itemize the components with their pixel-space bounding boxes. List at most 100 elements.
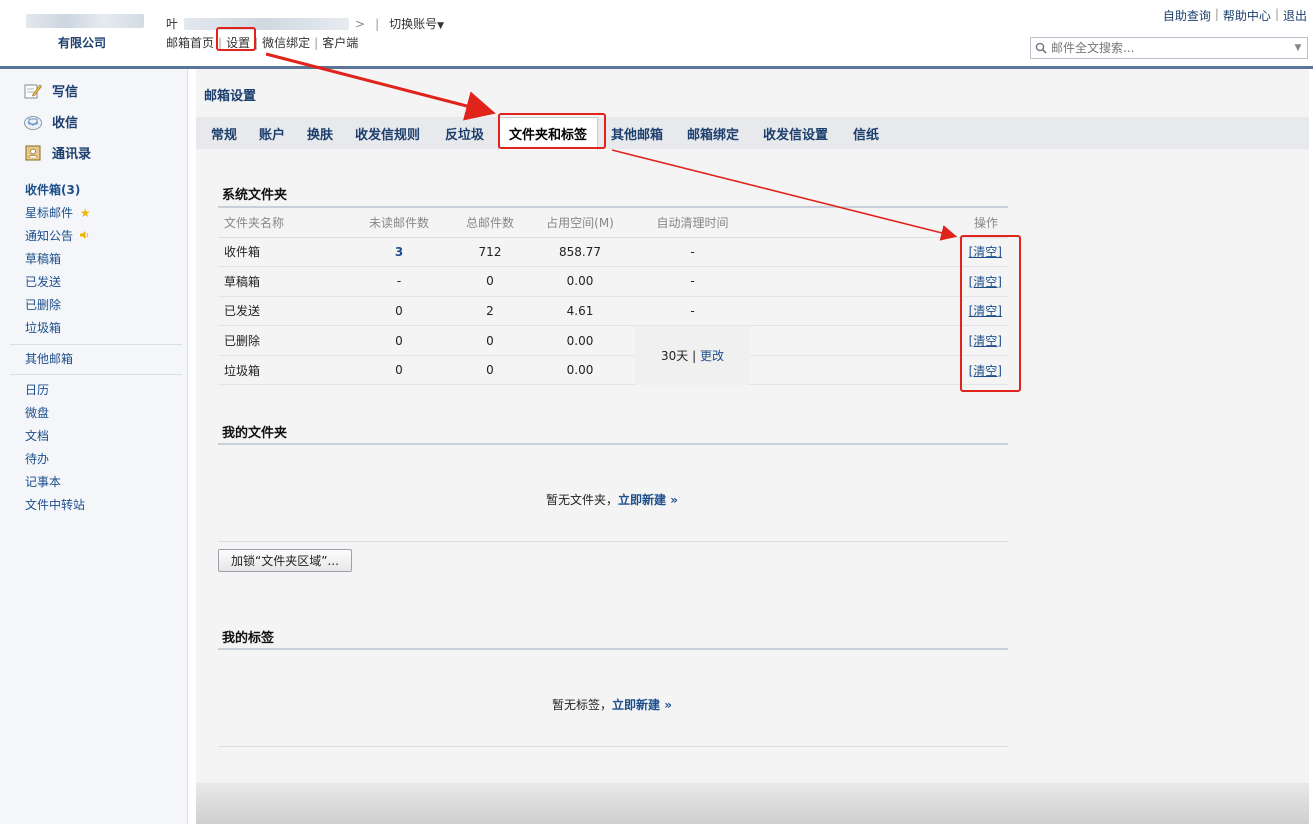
nav-mail-home[interactable]: 邮箱首页 <box>166 34 214 51</box>
sidebar-item-notes[interactable]: 记事本 <box>25 473 61 490</box>
inbox-envelope-icon <box>24 114 42 130</box>
folder-name: 已删除 <box>218 325 343 356</box>
tab-folders-and-tags[interactable]: 文件夹和标签 <box>498 117 599 150</box>
sidebar-item-starred[interactable]: 星标邮件 ★ <box>25 204 91 221</box>
contacts-button[interactable]: 通讯录 <box>24 143 91 162</box>
sidebar-divider <box>10 374 182 375</box>
separator: | <box>218 35 223 50</box>
company-logo-redacted <box>26 14 144 28</box>
sidebar-item-disk[interactable]: 微盘 <box>25 404 49 421</box>
sidebar-item-sent[interactable]: 已发送 <box>25 273 61 290</box>
logout-link[interactable]: 退出 <box>1283 7 1307 24</box>
tab-other-mailbox[interactable]: 其他邮箱 <box>611 124 663 143</box>
col-auto-clean: 自动清理时间 <box>635 209 750 238</box>
section-divider <box>218 541 1008 542</box>
unread-count-link[interactable]: 3 <box>395 245 403 259</box>
sidebar-item-drafts[interactable]: 草稿箱 <box>25 250 61 267</box>
account-row: 叶 > | 切换账号▼ <box>166 15 444 32</box>
col-folder-name: 文件夹名称 <box>218 209 343 238</box>
col-size: 占用空间(M) <box>525 209 635 238</box>
nav-client[interactable]: 客户端 <box>322 34 358 51</box>
total-count: 0 <box>455 355 525 386</box>
create-tag-link[interactable]: 立即新建 » <box>612 698 672 712</box>
top-links: 自助查询 | 帮助中心 | 退出 <box>1163 7 1307 24</box>
receive-button[interactable]: 收信 <box>24 112 78 131</box>
account-email-redacted <box>184 17 350 30</box>
sidebar-item-docs[interactable]: 文档 <box>25 427 49 444</box>
tab-stationery[interactable]: 信纸 <box>853 124 879 143</box>
total-count: 712 <box>455 237 525 268</box>
unread-count: 0 <box>343 296 455 327</box>
contacts-label: 通讯录 <box>52 147 92 162</box>
col-operation: 操作 <box>750 209 1008 238</box>
tab-account[interactable]: 账户 <box>259 124 285 143</box>
self-service-link[interactable]: 自助查询 <box>1163 7 1211 24</box>
sidebar-item-todo[interactable]: 待办 <box>25 450 49 467</box>
clear-drafts-link[interactable]: [清空] <box>969 275 1002 289</box>
page-title: 邮箱设置 <box>204 89 257 104</box>
switch-account-link[interactable]: 切换账号▼ <box>389 15 444 32</box>
sidebar-item-inbox[interactable]: 收件箱(3) <box>25 181 80 198</box>
table-row: 已发送 0 2 4.61 - [清空] <box>218 296 1008 327</box>
header: 有限公司 叶 > | 切换账号▼ 邮箱首页 | 设置 | 微信绑定 | 客户端 … <box>0 0 1313 66</box>
search-input[interactable] <box>1051 41 1289 55</box>
tab-mailbox-binding[interactable]: 邮箱绑定 <box>687 124 739 143</box>
compose-button[interactable]: 写信 <box>24 81 78 100</box>
clear-inbox-link[interactable]: [清空] <box>969 245 1002 259</box>
tab-skin[interactable]: 换肤 <box>307 124 333 143</box>
tab-anti-spam[interactable]: 反垃圾 <box>445 124 484 143</box>
clear-spam-link[interactable]: [清空] <box>969 364 1002 378</box>
switch-account-label: 切换账号 <box>389 17 438 31</box>
settings-tabs: 常规 账户 换肤 收发信规则 反垃圾 文件夹和标签 其他邮箱 邮箱绑定 收发信设… <box>196 117 1309 150</box>
nav-wechat-bind[interactable]: 微信绑定 <box>262 34 310 51</box>
my-folders-title: 我的文件夹 <box>222 426 288 441</box>
account-name-prefix: 叶 <box>166 17 179 31</box>
main-footer-bar <box>196 783 1309 824</box>
caret-down-icon: ▼ <box>437 21 445 31</box>
sidebar-item-file-transfer[interactable]: 文件中转站 <box>25 496 85 513</box>
section-divider <box>218 746 1008 747</box>
sidebar: 写信 收信 通讯录 收件箱(3) 星标邮件 ★ 通知公告 草稿箱 已发送 已删除… <box>0 69 188 824</box>
sidebar-item-other-mailbox[interactable]: 其他邮箱 <box>25 350 73 367</box>
change-auto-clean-link[interactable]: 更改 <box>700 349 724 363</box>
account-chevron-icon: > <box>355 16 366 31</box>
size-value: 858.77 <box>525 237 635 268</box>
receive-label: 收信 <box>52 116 79 131</box>
sidebar-item-deleted[interactable]: 已删除 <box>25 296 61 313</box>
separator: | <box>314 35 319 50</box>
clear-deleted-link[interactable]: [清空] <box>969 334 1002 348</box>
create-folder-link[interactable]: 立即新建 » <box>618 493 678 507</box>
no-folders-text: 暂无文件夹， <box>546 493 619 507</box>
search-dropdown-icon[interactable]: ▼ <box>1289 43 1307 53</box>
folder-name: 草稿箱 <box>218 266 343 297</box>
sidebar-divider <box>10 344 182 345</box>
sidebar-item-calendar[interactable]: 日历 <box>25 381 49 398</box>
unread-count: - <box>343 266 455 297</box>
folder-name: 收件箱 <box>218 237 343 268</box>
total-count: 2 <box>455 296 525 327</box>
lock-folder-area-button[interactable]: 加锁“文件夹区域”... <box>218 549 352 572</box>
table-row: 收件箱 3 712 858.77 - [清空] <box>218 237 1008 268</box>
table-row: 草稿箱 - 0 0.00 - [清空] <box>218 266 1008 297</box>
clear-sent-link[interactable]: [清空] <box>969 304 1002 318</box>
separator: | <box>1274 7 1279 21</box>
unread-count: 0 <box>343 355 455 386</box>
sidebar-item-spam[interactable]: 垃圾箱 <box>25 319 61 336</box>
tab-general[interactable]: 常规 <box>211 124 237 143</box>
tab-send-receive-settings[interactable]: 收发信设置 <box>763 124 828 143</box>
mail-search-box[interactable]: ▼ <box>1030 37 1308 59</box>
top-nav: 邮箱首页 | 设置 | 微信绑定 | 客户端 <box>166 34 358 51</box>
separator: | <box>375 16 380 31</box>
nav-settings[interactable]: 设置 <box>226 34 250 51</box>
system-folders-title: 系统文件夹 <box>222 188 288 203</box>
my-tags-empty: 暂无标签，立即新建 » <box>552 696 672 713</box>
sidebar-item-starred-label: 星标邮件 <box>25 206 74 220</box>
total-count: 0 <box>455 266 525 297</box>
help-center-link[interactable]: 帮助中心 <box>1223 7 1271 24</box>
tab-mail-rules[interactable]: 收发信规则 <box>355 124 420 143</box>
auto-clean-cell: 30天 | 更改 <box>635 325 750 385</box>
table-row: 垃圾箱 0 0 0.00 [清空] <box>218 355 1008 386</box>
total-count: 0 <box>455 325 525 356</box>
sidebar-item-notices[interactable]: 通知公告 <box>25 227 90 244</box>
separator: | <box>692 349 700 364</box>
